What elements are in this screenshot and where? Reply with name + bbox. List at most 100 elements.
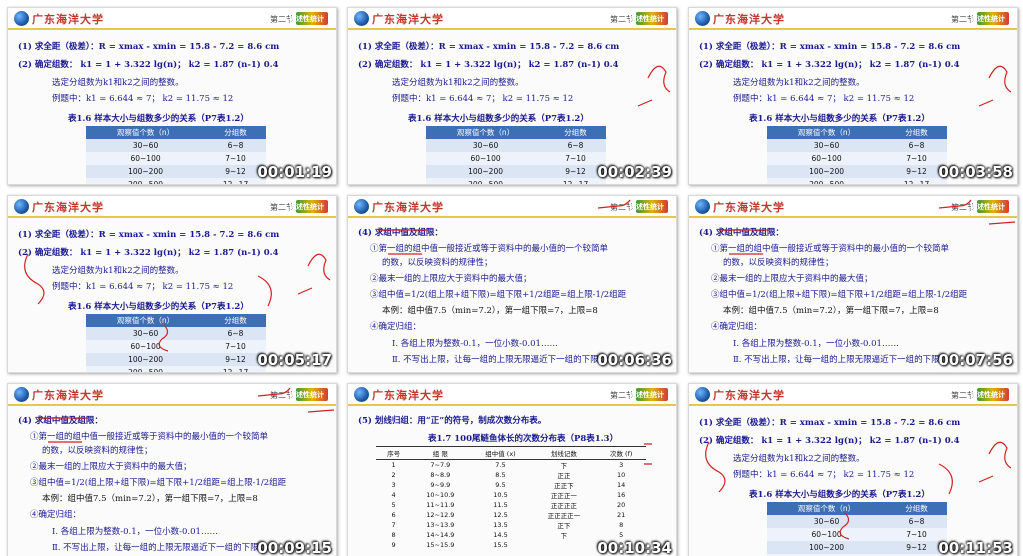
column-header: 分组数	[886, 126, 947, 139]
timestamp: 00:01:19	[257, 163, 332, 181]
slide-header: 广东海洋大学 第二节 描述性统计	[348, 8, 676, 30]
column-header: 组中值 (x)	[469, 446, 532, 460]
table-cell: 4	[391, 491, 396, 499]
rule-2: ②最末一组的上限应大于资料中的最大值；	[711, 274, 873, 284]
table-cell: 8	[391, 531, 396, 539]
table-cell: 12~12.9	[426, 511, 455, 519]
table-row: 200~50012~17	[767, 178, 947, 184]
table-row: 6 12~12.9 12.5 正正正正一 21	[376, 510, 646, 520]
table-row: 30~60 6~8	[86, 139, 266, 152]
video-thumbnail[interactable]: 广东海洋大学 第二节 描述性统计 (4) 求组中值及组限： ①第一组的组中值一般接近或等…	[347, 195, 677, 373]
slide-header: 广东海洋大学 第二节 描述性统计	[689, 196, 1017, 218]
example-line: 例题中：k1 = 6.644 ≈ 7； k2 = 11.75 ≈ 12	[733, 470, 915, 480]
university-logo-icon	[354, 11, 369, 26]
frequency-table: 序号组 限组中值 (x) 划线记数 次数 (f) 1 7~7.9 7.5 下 3 2 8~8.9 8…	[376, 446, 646, 549]
chapter-badge-text: 描述性统计	[289, 203, 324, 211]
column-header: 观察值个数（n）	[767, 502, 887, 515]
table-cell: 6~8	[205, 139, 266, 152]
table-row: 60~100 7~10	[86, 340, 266, 353]
chapter-badge-text: 描述性统计	[970, 203, 1005, 211]
table-row: 100~200 9~12	[86, 165, 266, 178]
university-logo-icon	[695, 387, 710, 402]
column-header: 分组数	[205, 126, 266, 139]
table-row: 1 7~7.9 7.5 下 3	[376, 460, 646, 470]
table-cell: 15~15.9	[426, 540, 455, 549]
rule-4-i: Ⅰ. 各组上限为整数-0.1，一位小数-0.01……	[733, 339, 899, 349]
example-line: 本例：组中值7.5（min=7.2），第一组下限=7，上限=8	[42, 494, 258, 504]
table-cell: 14~14.9	[426, 531, 455, 539]
table-cell: 7.5	[495, 461, 506, 469]
range-formula: (1) 求全距（极差）：R = xmax - xmin = 15.8 - 7.2…	[358, 42, 620, 52]
table-caption: 表1.6 样本大小与组数多少的关系（P7表1.2）	[749, 114, 930, 124]
column-header: 观察值个数（n）	[86, 126, 206, 139]
rule-1: ①第一组的组中值一般接近或等于资料中的最小值的一个较简单	[370, 244, 609, 254]
timestamp: 00:06:36	[597, 351, 672, 369]
rule-1: ①第一组的组中值一般接近或等于资料中的最小值的一个较简单	[711, 244, 950, 254]
table-cell: 3	[619, 461, 624, 469]
table-cell: 30~60	[426, 139, 546, 152]
column-header: 分组数	[205, 314, 266, 327]
group-count-formula: (2) 确定组数： k1 = 1 + 3.322 lg(n)； k2 = 1.8…	[358, 60, 619, 70]
slide-content: (1) 求全距（极差）：R = xmax - xmin = 15.8 - 7.2…	[689, 408, 1017, 556]
video-thumbnail[interactable]: 广东海洋大学 第二节 描述性统计 (4) 求组中值及组限： ①第一组的组中值一般接近或等…	[7, 383, 337, 556]
range-formula: (1) 求全距（极差）：R = xmax - xmin = 15.8 - 7.2…	[18, 230, 280, 240]
range-formula: (1) 求全距（极差）：R = xmax - xmin = 15.8 - 7.2…	[699, 42, 961, 52]
university-logo-icon	[14, 387, 29, 402]
table-cell: 6~8	[545, 139, 606, 152]
table-row: 7 13~13.9 13.5 正下 8	[376, 520, 646, 530]
rule-3: ③组中值=1/2(组上限+组下限)=组下限+1/2组距=组上限-1/2组距	[711, 290, 968, 300]
rule-4-i: Ⅰ. 各组上限为整数-0.1，一位小数-0.01……	[392, 339, 558, 349]
chapter-badge-text: 描述性统计	[970, 391, 1005, 399]
video-thumbnail[interactable]: 广东海洋大学 第二节 描述性统计 (5) 划线归组：用“正”的符号，制成次数分布表。表…	[347, 383, 677, 556]
table-cell: 12.5	[493, 511, 508, 519]
table-cell: 21	[617, 511, 626, 519]
table-caption: 表1.6 样本大小与组数多少的关系（P7表1.2）	[68, 302, 249, 312]
video-thumbnail[interactable]: 广东海洋大学 第二节 描述性统计 (1) 求全距（极差）：R = xmax - xmi…	[688, 7, 1018, 185]
table-caption: 表1.6 样本大小与组数多少的关系（P7表1.2）	[749, 490, 930, 500]
university-logo-icon	[14, 11, 29, 26]
example-line: 本例：组中值7.5（min=7.2），第一组下限=7，上限=8	[382, 306, 598, 316]
video-thumbnail[interactable]: 广东海洋大学 第二节 描述性统计 (1) 求全距（极差）：R = xmax - xmi…	[688, 383, 1018, 556]
table-row: 2 8~8.9 8.5 正正 10	[376, 470, 646, 480]
table-cell: 15.5	[493, 540, 508, 549]
table-cell: 10	[617, 471, 626, 479]
column-header: 观察值个数（n）	[767, 126, 887, 139]
timestamp: 00:02:39	[597, 163, 672, 181]
table-cell: 13~13.9	[426, 521, 455, 529]
group-size-table: 观察值个数（n） 分组数 30~60 6~8 60~100 7~10 100~200 9~12…	[86, 314, 266, 372]
group-count-note: 选定分组数为k1和k2之间的整数。	[52, 266, 184, 276]
table-cell: 30~60	[767, 139, 887, 152]
video-thumbnail[interactable]: 广东海洋大学 第二节 描述性统计 (4) 求组中值及组限： ①第一组的组中值一般接近或等…	[688, 195, 1018, 373]
university-name: 广东海洋大学	[713, 201, 785, 214]
timestamp: 00:10:34	[597, 539, 672, 556]
rule-4: ④确定归组：	[370, 322, 422, 332]
table-cell: 16	[617, 491, 626, 499]
university-logo-icon	[695, 11, 710, 26]
table-row: 4 10~10.9 10.5 正正正一 16	[376, 490, 646, 500]
table-cell: 正正正一	[550, 492, 577, 500]
chapter-badge-text: 描述性统计	[289, 15, 324, 23]
chapter-badge-text: 描述性统计	[629, 391, 664, 399]
table-cell: 正正正正	[550, 502, 577, 510]
chapter-badge-text: 描述性统计	[289, 391, 324, 399]
video-thumbnail[interactable]: 广东海洋大学 第二节 描述性统计 (1) 求全距（极差）：R = xmax - xmi…	[7, 195, 337, 373]
table-cell: 11~11.9	[426, 501, 455, 509]
table-cell: 6~8	[886, 139, 947, 152]
slide-header: 广东海洋大学 第二节 描述性统计	[348, 384, 676, 406]
timestamp: 00:03:58	[938, 163, 1013, 181]
table-cell: 100~200	[86, 353, 206, 366]
chapter-badge-text: 描述性统计	[629, 203, 664, 211]
group-size-table: 观察值个数（n） 分组数 30~60 6~8 60~100 7~10 100~200 9~12…	[426, 126, 606, 184]
group-size-table: 观察值个数（n） 分组数 30~60 6~8 60~100 7~10 100~200 9~12…	[767, 126, 947, 184]
rule-4-ii: Ⅱ. 不写出上限，让每一组的上限无限逼近下一组的下限；	[733, 355, 949, 365]
example-line: 例题中：k1 = 6.644 ≈ 7； k2 = 11.75 ≈ 12	[52, 282, 234, 292]
group-size-table: 观察值个数（n） 分组数 30~60 6~8 60~100 7~10 100~200 9~12…	[86, 126, 266, 184]
rule-4-ii: Ⅱ. 不写出上限，让每一组的上限无限逼近下一组的下限；	[392, 355, 608, 365]
column-header: 观察值个数（n）	[426, 126, 546, 139]
timestamp: 00:11:53	[938, 539, 1013, 556]
column-header: 组 限	[411, 446, 470, 460]
table-row: 60~100 7~10	[86, 152, 266, 165]
slide-content: (5) 划线归组：用“正”的符号，制成次数分布表。 表1.7 100尾鲢鱼体长的次…	[348, 408, 676, 556]
video-thumbnail[interactable]: 广东海洋大学 第二节 描述性统计 (1) 求全距（极差）：R = xmax - xmi…	[347, 7, 677, 185]
video-thumbnail[interactable]: 广东海洋大学 第二节 描述性统计 (1) 求全距（极差）：R = xmax - xmi…	[7, 7, 337, 185]
